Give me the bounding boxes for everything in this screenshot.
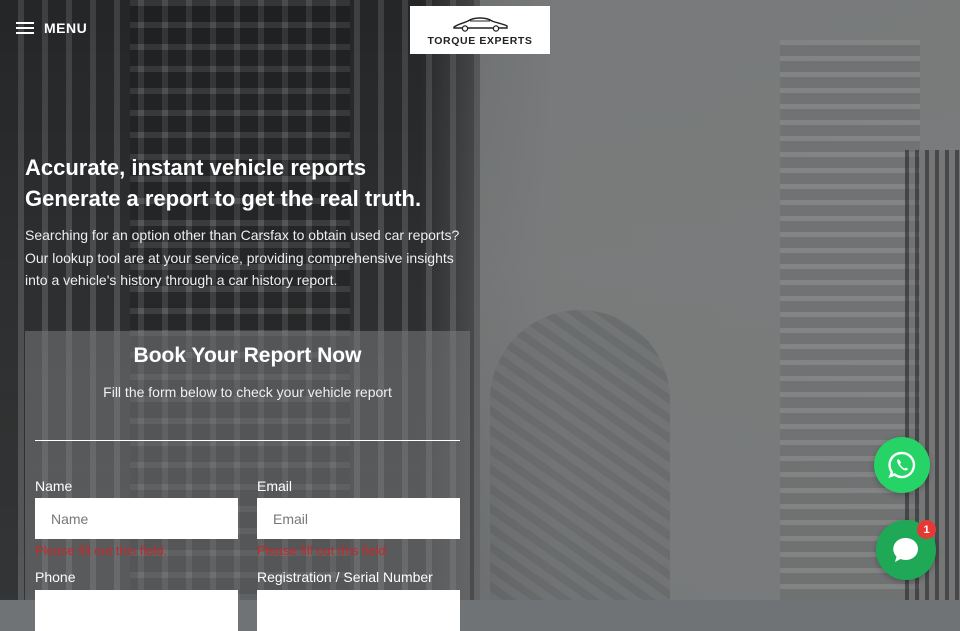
site-logo[interactable]: TORQUE EXPERTS [410, 6, 550, 54]
phone-label: Phone [35, 569, 76, 585]
email-input[interactable] [257, 498, 460, 539]
logo-text: TORQUE EXPERTS [427, 35, 533, 47]
car-logo-icon [453, 17, 508, 32]
form-divider [35, 440, 460, 441]
phone-input[interactable] [35, 590, 238, 631]
chat-notification-badge: 1 [917, 520, 936, 539]
hero-section: Accurate, instant vehicle reports Genera… [25, 152, 475, 292]
email-error-message: Please fill out this field. [257, 543, 390, 558]
hero-title-line1: Accurate, instant vehicle reports [25, 155, 367, 180]
name-error-message: Please fill out this field. [35, 543, 168, 558]
registration-input[interactable] [257, 590, 460, 631]
menu-label: MENU [44, 20, 88, 36]
name-label: Name [35, 478, 73, 494]
email-label: Email [257, 478, 293, 494]
hero-title: Accurate, instant vehicle reports Genera… [25, 152, 475, 214]
hamburger-icon [16, 21, 34, 35]
hero-description: Searching for an option other than Carsf… [25, 227, 460, 288]
hero-title-line2: Generate a report to get the real truth. [25, 186, 422, 211]
form-subtitle: Fill the form below to check your vehicl… [103, 384, 392, 400]
chat-bubble-icon [893, 537, 918, 562]
registration-label: Registration / Serial Number [257, 569, 433, 585]
whatsapp-icon [888, 451, 916, 479]
report-form-card: Book Your Report Now Fill the form below… [25, 331, 470, 631]
name-input[interactable] [35, 498, 238, 539]
menu-button[interactable]: MENU [16, 20, 87, 36]
form-title: Book Your Report Now [133, 344, 362, 367]
whatsapp-button[interactable] [874, 437, 930, 493]
